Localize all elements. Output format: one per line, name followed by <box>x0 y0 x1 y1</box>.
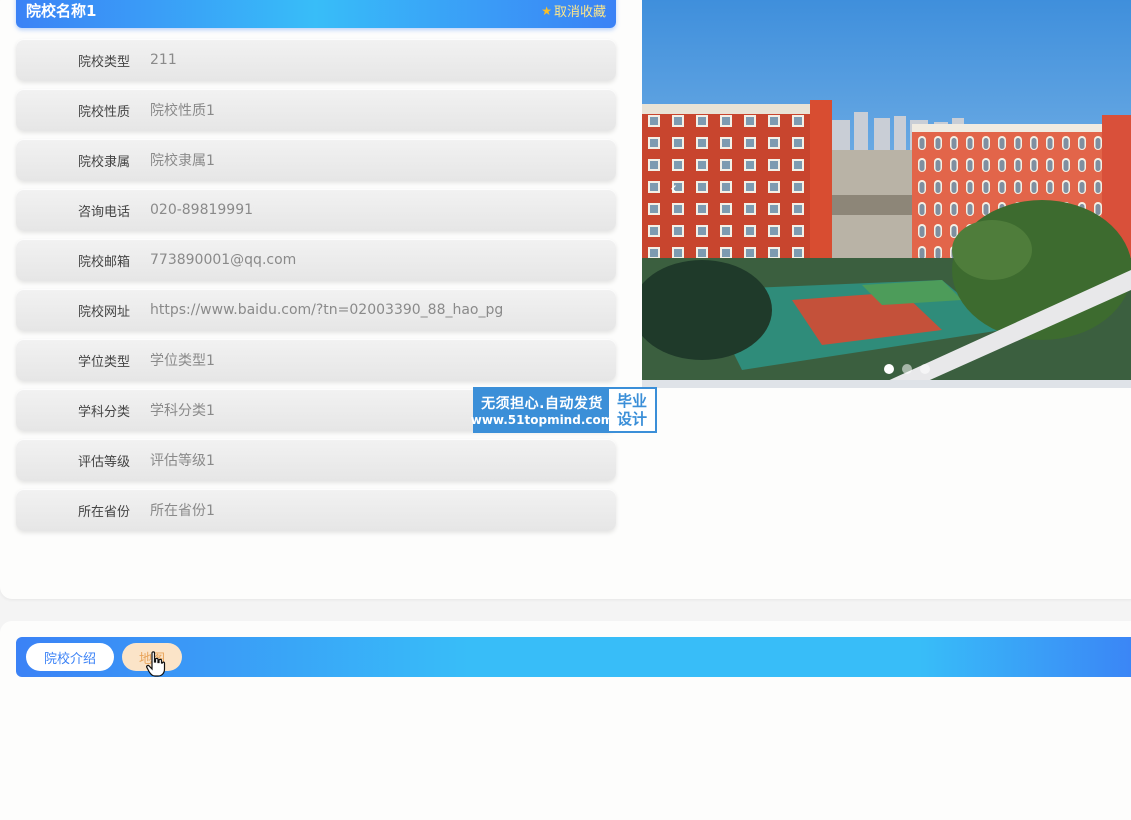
watermark-word-2: 设计 <box>616 410 647 428</box>
info-value: 院校隶属1 <box>150 153 215 169</box>
info-value: 所在省份1 <box>150 503 215 519</box>
info-label: 评估等级 <box>77 454 130 470</box>
info-label: 所在省份 <box>77 504 130 520</box>
info-value: 学位类型1 <box>150 353 215 369</box>
info-label: 院校类型 <box>77 54 130 70</box>
watermark-badge: 无须担心.自动发货 www.51topmind.com 毕业 设计 <box>471 387 657 433</box>
info-row-website: 院校网址 https://www.baidu.com/?tn=02003390_… <box>16 289 616 331</box>
info-label: 院校网址 <box>77 304 130 320</box>
info-value: 211 <box>150 52 177 68</box>
unfavorite-button[interactable]: ★ 取消收藏 <box>541 1 606 21</box>
chevron-left-icon[interactable]: ‹ <box>670 178 677 199</box>
info-row-evaluation: 评估等级 评估等级1 <box>16 439 616 481</box>
info-value: 院校性质1 <box>150 103 215 119</box>
info-row-affiliation: 院校隶属 院校隶属1 <box>16 139 616 181</box>
info-value: 020-89819991 <box>150 202 254 218</box>
info-value: 学科分类1 <box>150 403 215 419</box>
info-row-phone: 咨询电话 020-89819991 <box>16 189 616 231</box>
watermark-slogan: 无须担心.自动发货 <box>481 396 603 412</box>
carousel-indicators <box>884 364 930 374</box>
unfavorite-label: 取消收藏 <box>553 5 606 20</box>
watermark-url: www.51topmind.com <box>470 413 614 427</box>
watermark-right: 毕业 设计 <box>609 389 655 431</box>
campus-photo <box>642 0 1131 388</box>
info-row-province: 所在省份 所在省份1 <box>16 489 616 531</box>
tab-school-intro[interactable]: 院校介绍 <box>26 643 114 671</box>
star-icon: ★ <box>541 3 552 18</box>
info-row-school-nature: 院校性质 院校性质1 <box>16 89 616 131</box>
carousel-dot-3[interactable] <box>920 364 930 374</box>
info-value-link[interactable]: https://www.baidu.com/?tn=02003390_88_ha… <box>150 302 503 318</box>
watermark-left: 无须担心.自动发货 www.51topmind.com <box>471 389 613 431</box>
info-label: 院校隶属 <box>77 154 130 170</box>
info-row-school-type: 院校类型 211 <box>16 39 616 81</box>
info-label: 学科分类 <box>77 404 130 420</box>
school-title-bar: 院校名称1 ★ 取消收藏 <box>16 0 616 28</box>
info-label: 院校性质 <box>77 104 130 120</box>
school-name: 院校名称1 <box>26 2 97 20</box>
info-row-email: 院校邮箱 773890001@qq.com <box>16 239 616 281</box>
watermark-word-1: 毕业 <box>616 392 647 410</box>
info-row-degree-type: 学位类型 学位类型1 <box>16 339 616 381</box>
detail-tab-bar: 院校介绍 地图 <box>16 637 1131 677</box>
carousel-dot-2[interactable] <box>902 364 912 374</box>
info-value: 评估等级1 <box>150 453 215 469</box>
info-value: 773890001@qq.com <box>150 252 297 268</box>
hand-cursor-icon <box>146 651 166 677</box>
info-label: 院校邮箱 <box>77 254 130 270</box>
info-label: 咨询电话 <box>77 204 130 220</box>
info-label: 学位类型 <box>77 354 130 370</box>
carousel-dot-1[interactable] <box>884 364 894 374</box>
campus-image-carousel[interactable]: ‹ <box>642 0 1131 388</box>
